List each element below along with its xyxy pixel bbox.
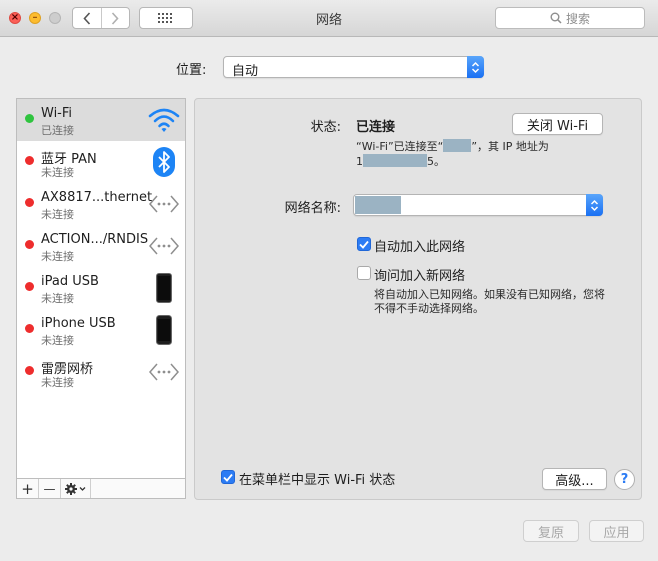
service-item-ax8817-ethernet[interactable]: AX8817...thernet 未连接 [17,183,185,225]
service-status: 未连接 [41,334,74,347]
search-input[interactable]: 搜索 [495,7,645,29]
location-value: 自动 [232,64,259,79]
location-label: 位置: [176,63,207,78]
location-popup[interactable]: 自动 [223,56,484,79]
status-dot [25,114,34,123]
help-button[interactable]: ? [614,469,635,490]
gear-icon [64,482,85,495]
redacted-ip-address [363,154,427,167]
grid-icon [158,13,172,23]
service-name: iPhone USB [41,316,116,331]
wifi-icon [147,105,181,135]
service-actions-button[interactable] [61,479,91,498]
ethernet-icon [147,231,181,261]
service-status: 已连接 [41,124,74,137]
show-wifi-menubar-label[interactable]: 在菜单栏中显示 Wi-Fi 状态 [239,469,395,488]
ask-join-label[interactable]: 询问加入新网络 [374,265,465,284]
service-status: 未连接 [41,250,74,263]
detail-panel: 状态: 已连接 关闭 Wi-Fi “Wi-Fi”已连接至“ ”，其 IP 地址为 … [194,98,642,500]
remove-service-button[interactable]: — [39,479,61,498]
ethernet-icon [147,189,181,219]
service-item-bluetooth-pan[interactable]: 蓝牙 PAN 未连接 [17,141,185,183]
minimize-icon: – [32,12,38,23]
auto-join-checkbox[interactable] [357,237,371,251]
service-item-thunderbolt-bridge[interactable]: 雷雳网桥 未连接 [17,351,185,393]
navigation-buttons [72,7,130,29]
status-label: 状态: [310,120,341,135]
show-all-button[interactable] [139,7,193,29]
service-status: 未连接 [41,166,74,179]
title-bar: × – 网络 搜索 [0,0,658,37]
ask-join-help-text: 将自动加入已知网络。如果没有已知网络，您将不得不手动选择网络。 [374,288,605,315]
status-dot [25,282,34,291]
status-dot [25,198,34,207]
ethernet-icon [147,357,181,387]
chevron-left-icon [83,11,90,25]
search-icon [550,12,562,24]
status-dot [25,324,34,333]
up-down-arrows-icon [467,56,484,78]
iphone-icon [147,315,181,345]
status-dot [25,240,34,249]
chevron-right-icon [112,11,119,25]
service-list-toolbar: + — [16,478,186,499]
redacted-network-name [355,196,401,214]
redacted-network-name [443,139,472,152]
network-name-popup[interactable] [353,194,603,216]
auto-join-label[interactable]: 自动加入此网络 [374,236,465,255]
chevron-down-icon [79,486,85,491]
checkmark-icon [223,473,233,482]
bluetooth-icon [147,147,181,177]
minimize-window-button[interactable]: – [29,12,41,24]
status-dot [25,366,34,375]
revert-button[interactable]: 复原 [523,520,579,542]
ask-join-checkbox[interactable] [357,266,371,280]
apply-button[interactable]: 应用 [589,520,644,542]
service-status: 未连接 [41,376,74,389]
service-item-ipad-usb[interactable]: iPad USB 未连接 [17,267,185,309]
service-status: 未连接 [41,208,74,221]
connection-description: “Wi-Fi”已连接至“ ”，其 IP 地址为 1 5。 [356,139,549,168]
close-icon: × [10,12,20,23]
search-placeholder: 搜索 [565,11,590,26]
service-item-iphone-usb[interactable]: iPhone USB 未连接 [17,309,185,351]
service-name: Wi-Fi [41,106,73,121]
service-name: ACTION.../RNDIS [41,232,149,247]
service-item-action-rndis[interactable]: ACTION.../RNDIS 未连接 [17,225,185,267]
advanced-button[interactable]: 高级... [542,468,607,490]
network-name-label: 网络名称: [284,201,341,216]
up-down-arrows-icon [586,194,603,216]
forward-button[interactable] [100,8,130,28]
zoom-window-button[interactable] [49,12,61,24]
service-list: Wi-Fi 已连接 蓝牙 PAN 未连接 AX8817...thernet 未连… [16,98,186,479]
close-window-button[interactable]: × [9,12,21,24]
checkmark-icon [359,240,369,249]
turn-off-wifi-button[interactable]: 关闭 Wi-Fi [512,113,603,135]
status-value: 已连接 [356,120,396,135]
service-item-wifi[interactable]: Wi-Fi 已连接 [17,99,185,141]
service-name: iPad USB [41,274,99,289]
add-service-button[interactable]: + [17,479,39,498]
service-status: 未连接 [41,292,74,305]
show-wifi-menubar-checkbox[interactable] [221,470,235,484]
back-button[interactable] [73,8,101,28]
ipad-icon [147,273,181,303]
service-name: AX8817...thernet [41,190,153,205]
status-dot [25,156,34,165]
